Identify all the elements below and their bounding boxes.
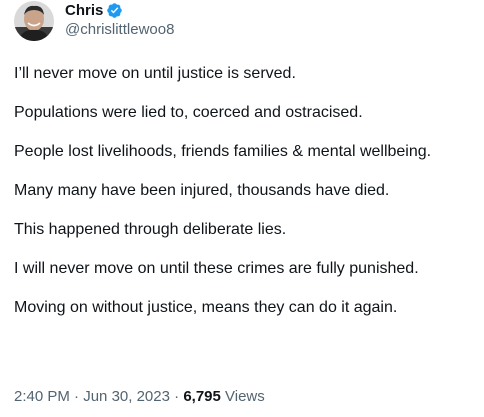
verified-badge-icon[interactable] [106,2,123,19]
tweet-time-link[interactable]: 2:40 PM · Jun 30, 2023 [14,388,170,405]
tweet-line: People lost livelihoods, friends familie… [14,143,432,160]
display-name-row: Chris [65,1,174,20]
tweet-line: Moving on without justice, means they ca… [14,299,398,316]
avatar-photo-icon [14,1,54,41]
tweet-line: This happened through deliberate lies. [14,221,287,238]
avatar[interactable] [14,1,54,41]
author-handle[interactable]: @chrislittlewoo8 [65,20,174,39]
meta-separator: · [69,388,84,405]
views-count: 6,795 [183,388,221,405]
tweet-time: 2:40 PM [14,388,70,405]
views-label: Views [220,388,265,405]
tweet-text: I’ll never move on until justice is serv… [14,64,479,318]
tweet-meta: 2:40 PM · Jun 30, 2023 · 6,795 Views [14,387,265,407]
tweet-date: Jun 30, 2023 [83,388,170,405]
tweet-card: Chris @chrislittlewoo8 I’ll never move o… [0,0,484,417]
tweet-line: Many many have been injured, thousands h… [14,182,390,199]
tweet-header: Chris @chrislittlewoo8 [14,0,174,44]
author-names: Chris @chrislittlewoo8 [65,1,174,39]
tweet-line: I will never move on until these crimes … [14,260,419,277]
tweet-line: I’ll never move on until justice is serv… [14,65,296,82]
tweet-line: Populations were lied to, coerced and os… [14,104,363,121]
display-name[interactable]: Chris [65,1,103,20]
meta-separator: · [169,388,184,405]
